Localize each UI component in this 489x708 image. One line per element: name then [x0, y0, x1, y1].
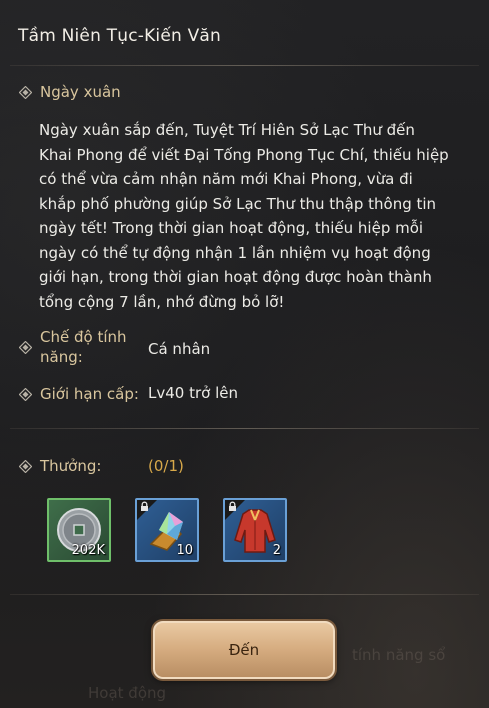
item-count: 10 [176, 543, 193, 558]
description-line: tổng cộng 7 lần, nhớ đừng bỏ lỡ! [39, 292, 285, 311]
event-description: Ngày xuân sắp đến, Tuyệt Trí Hiên Sở Lạc… [39, 118, 471, 314]
description-line: Ngày xuân sắp đến, Tuyệt Trí Hiên Sở Lạc… [39, 121, 415, 139]
description-line: khắp phố phường giúp Sở Lạc Thư thu thập… [39, 194, 437, 213]
background-text: Hoạt động [88, 684, 167, 702]
lock-icon [137, 500, 157, 520]
reward-progress: (0/1) [148, 457, 184, 475]
divider [10, 428, 479, 429]
go-button[interactable]: Đến [153, 621, 335, 679]
diamond-bullet-icon [19, 86, 32, 99]
divider [10, 65, 479, 66]
item-count: 2 [272, 543, 281, 558]
description-line: có thể vừa cảm nhận năm mới Khai Phong, … [39, 170, 413, 188]
reward-item-crystal[interactable]: 10 [135, 498, 199, 562]
reward-item-coin[interactable]: 202K [47, 498, 111, 562]
divider [10, 594, 479, 595]
lock-icon [225, 500, 245, 520]
diamond-bullet-icon [19, 388, 32, 401]
panel-title: Tầm Niên Tục-Kiến Văn [18, 26, 222, 46]
section-heading: Ngày xuân [40, 83, 121, 101]
event-panel: tính năng sổ Hoạt động Tầm Niên Tục-Kiến… [0, 0, 489, 708]
description-line: ngày tết! Trong thời gian hoạt động, thi… [39, 219, 424, 237]
diamond-bullet-icon [19, 341, 32, 354]
background-text: tính năng sổ [352, 646, 446, 664]
description-line: Khai Phong để viết Đại Tống Phong Tục Ch… [39, 145, 449, 164]
reward-label: Thưởng: [40, 457, 102, 475]
diamond-bullet-icon [19, 460, 32, 473]
description-line: ngày có thể tự động nhận 1 lần nhiệm vụ … [39, 243, 431, 262]
description-line: giới hạn, trong thời gian hoạt động được… [39, 268, 432, 286]
level-label: Giới hạn cấp: [40, 385, 139, 403]
reward-item-robe[interactable]: 2 [223, 498, 287, 562]
mode-label: Chế độ tính năng: [40, 328, 127, 366]
item-count: 202K [71, 543, 105, 558]
level-value: Lv40 trở lên [148, 384, 238, 402]
mode-value: Cá nhân [148, 340, 211, 358]
